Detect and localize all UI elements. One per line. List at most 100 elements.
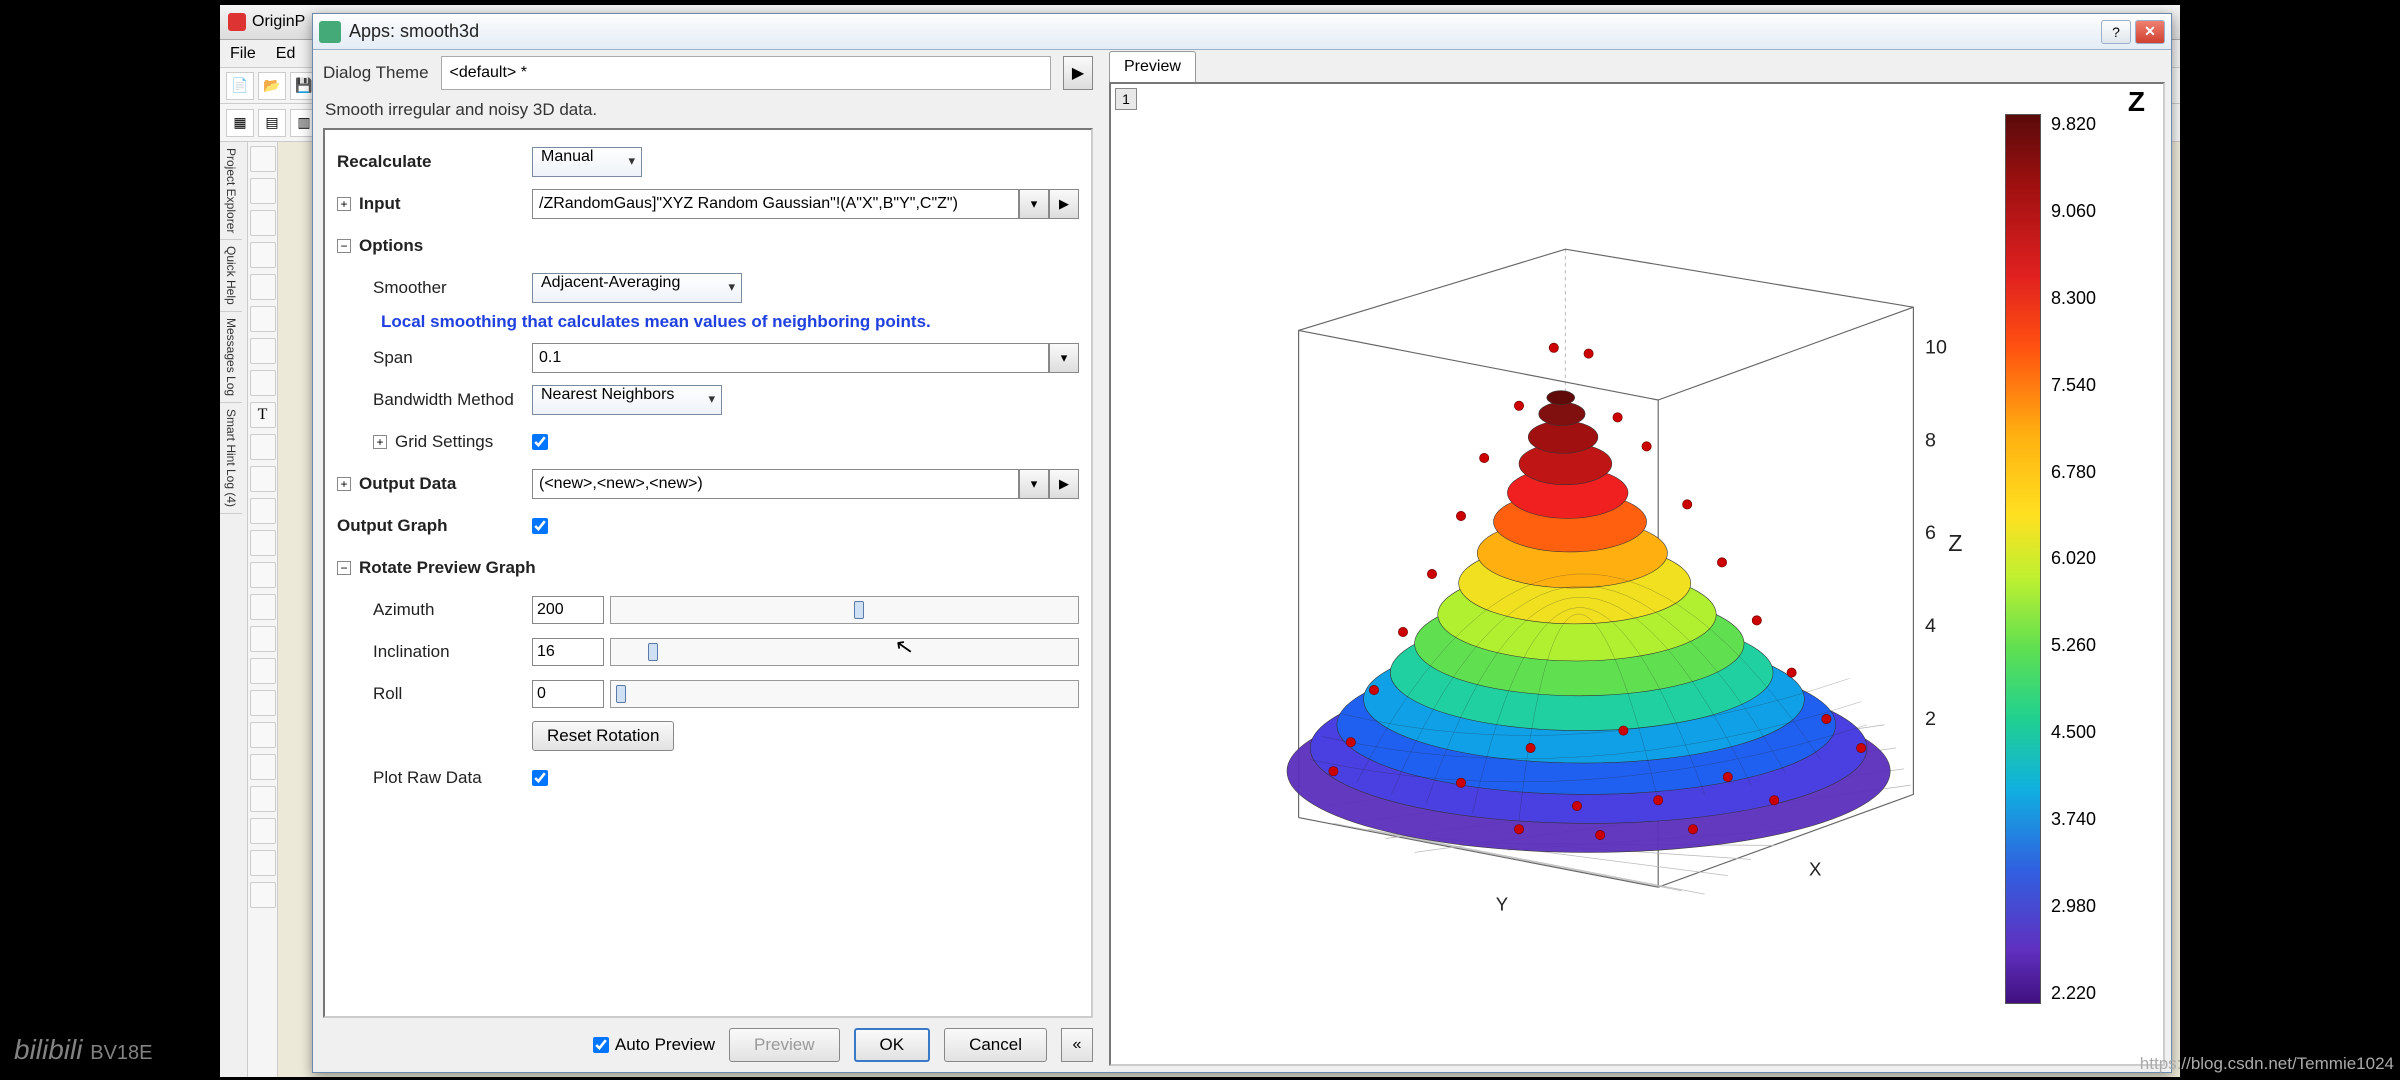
cancel-button[interactable]: Cancel	[944, 1028, 1047, 1062]
draw-tool-icon[interactable]	[250, 370, 276, 396]
auto-preview-wrap[interactable]: Auto Preview	[593, 1035, 715, 1055]
output-graph-checkbox[interactable]	[532, 518, 548, 534]
input-picker-button[interactable]: ▾	[1019, 189, 1049, 219]
collapse-preview-button[interactable]: «	[1061, 1028, 1093, 1062]
menu-file[interactable]: File	[230, 45, 256, 63]
azimuth-slider-handle[interactable]	[854, 601, 864, 619]
dialog-form: Recalculate Manual + Input ▾ ▶ − Options	[323, 128, 1093, 1018]
output-data-expander[interactable]: +	[337, 477, 351, 491]
region2-tool-icon[interactable]	[250, 658, 276, 684]
svg-text:X: X	[1809, 859, 1821, 880]
origin-sidebar-tabs[interactable]: Project Explorer Quick Help Messages Log…	[220, 142, 248, 1077]
help-button[interactable]: ?	[2101, 20, 2131, 44]
roll-slider[interactable]	[610, 680, 1079, 708]
rotate-expander[interactable]: −	[337, 561, 351, 575]
more2-tool-icon[interactable]	[250, 722, 276, 748]
preview-canvas[interactable]: 1 Z 9.820 9.060 8.300 7.540 6.780 6.020 …	[1109, 82, 2165, 1066]
arrow-tool-icon[interactable]	[250, 434, 276, 460]
output-picker-button[interactable]: ▾	[1019, 469, 1049, 499]
smoother-label: Smoother	[373, 278, 532, 298]
tab-smart-hint[interactable]: Smart Hint Log (4)	[220, 403, 242, 514]
more1-tool-icon[interactable]	[250, 690, 276, 716]
tool-grid-icon[interactable]: ▤	[258, 109, 286, 137]
pointer-tool-icon[interactable]	[250, 146, 276, 172]
hand-tool-icon[interactable]	[250, 562, 276, 588]
colorbar-ticks: 9.820 9.060 8.300 7.540 6.780 6.020 5.26…	[2041, 114, 2145, 1004]
recalculate-combo[interactable]: Manual	[532, 147, 642, 177]
span-input[interactable]	[532, 343, 1049, 373]
tab-messages-log[interactable]: Messages Log	[220, 312, 242, 403]
options-expander[interactable]: −	[337, 239, 351, 253]
region-tool-icon[interactable]	[250, 306, 276, 332]
output-flyout-button[interactable]: ▶	[1049, 469, 1079, 499]
more4-tool-icon[interactable]	[250, 786, 276, 812]
zoom-tool-icon[interactable]	[250, 178, 276, 204]
azimuth-input[interactable]	[532, 596, 604, 624]
csdn-watermark: https://blog.csdn.net/Temmie1024	[2140, 1054, 2394, 1074]
more3-tool-icon[interactable]	[250, 754, 276, 780]
smoother-combo[interactable]: Adjacent-Averaging	[532, 273, 742, 303]
more5-tool-icon[interactable]	[250, 818, 276, 844]
cb-tick: 3.740	[2051, 809, 2145, 830]
theme-menu-button[interactable]: ▶	[1063, 56, 1093, 90]
input-field[interactable]	[532, 189, 1019, 219]
tool-sheet-icon[interactable]: ▦	[226, 109, 254, 137]
more7-tool-icon[interactable]	[250, 882, 276, 908]
mask-tool-icon[interactable]	[250, 338, 276, 364]
plot-raw-checkbox[interactable]	[532, 770, 548, 786]
dialog-left-panel: Dialog Theme ▶ Smooth irregular and nois…	[313, 50, 1103, 1072]
dialog-title: Apps: smooth3d	[349, 21, 2097, 42]
z-axis-label: Z	[1948, 530, 1962, 556]
scale-tool-icon[interactable]	[250, 242, 276, 268]
grid-settings-checkbox[interactable]	[532, 434, 548, 450]
azimuth-slider[interactable]	[610, 596, 1079, 624]
tab-project-explorer[interactable]: Project Explorer	[220, 142, 242, 240]
cb-tick: 2.220	[2051, 983, 2145, 1004]
close-button[interactable]: ✕	[2135, 20, 2165, 44]
ok-button[interactable]: OK	[854, 1028, 931, 1062]
bilibili-watermark: bilibili BV18E	[14, 1034, 153, 1066]
reset-rotation-button[interactable]: Reset Rotation	[532, 721, 674, 751]
output-data-label: Output Data	[359, 474, 532, 494]
preview-tab[interactable]: Preview	[1109, 51, 1196, 82]
span-dropdown-button[interactable]: ▾	[1049, 343, 1079, 373]
output-data-field[interactable]	[532, 469, 1019, 499]
recalculate-label: Recalculate	[337, 152, 532, 172]
input-expander[interactable]: +	[337, 197, 351, 211]
more6-tool-icon[interactable]	[250, 850, 276, 876]
polygon-tool-icon[interactable]	[250, 626, 276, 652]
output-graph-label: Output Graph	[337, 516, 532, 536]
menu-edit[interactable]: Ed	[276, 45, 296, 63]
theme-input[interactable]	[441, 56, 1051, 90]
preview-button[interactable]: Preview	[729, 1028, 839, 1062]
smoother-hint: Local smoothing that calculates mean val…	[337, 312, 1079, 332]
curve-tool-icon[interactable]	[250, 498, 276, 524]
dialog-titlebar[interactable]: Apps: smooth3d ? ✕	[313, 14, 2171, 50]
line-tool-icon[interactable]	[250, 466, 276, 492]
rect-tool-icon[interactable]	[250, 530, 276, 556]
circle-tool-icon[interactable]	[250, 594, 276, 620]
pan-tool-icon[interactable]	[250, 210, 276, 236]
roll-slider-handle[interactable]	[616, 685, 626, 703]
inclination-label: Inclination	[373, 642, 532, 662]
grid-expander[interactable]: +	[373, 435, 387, 449]
cb-tick: 8.300	[2051, 288, 2145, 309]
tool-new-icon[interactable]: 📄	[226, 72, 254, 100]
text-tool-icon[interactable]: T	[250, 402, 276, 428]
tool-open-icon[interactable]: 📂	[258, 72, 286, 100]
inclination-slider[interactable]	[610, 638, 1079, 666]
input-flyout-button[interactable]: ▶	[1049, 189, 1079, 219]
tab-quick-help[interactable]: Quick Help	[220, 240, 242, 312]
origin-tools-palette: T	[248, 142, 278, 1077]
bandwidth-value: Nearest Neighbors	[541, 386, 674, 403]
auto-preview-checkbox[interactable]	[593, 1037, 609, 1053]
inclination-slider-handle[interactable]	[648, 643, 658, 661]
select-tool-icon[interactable]	[250, 274, 276, 300]
roll-input[interactable]	[532, 680, 604, 708]
auto-preview-label: Auto Preview	[615, 1035, 715, 1055]
layer-tab-1[interactable]: 1	[1115, 88, 1137, 110]
svg-text:Y: Y	[1496, 893, 1508, 914]
smoother-value: Adjacent-Averaging	[541, 274, 680, 291]
inclination-input[interactable]	[532, 638, 604, 666]
bandwidth-combo[interactable]: Nearest Neighbors	[532, 385, 722, 415]
